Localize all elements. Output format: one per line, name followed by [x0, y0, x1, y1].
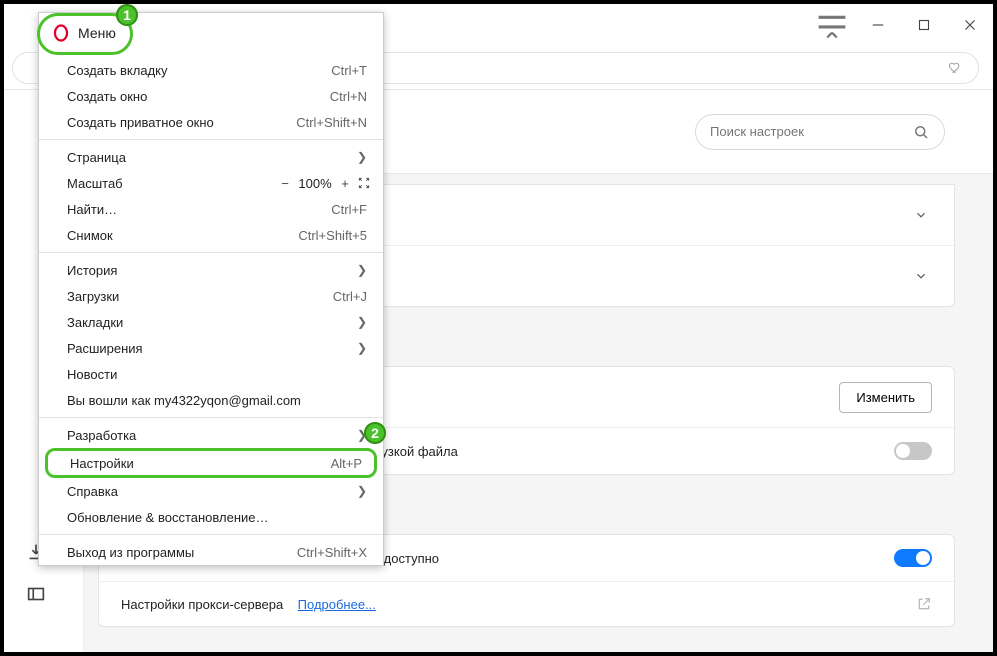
menu-extensions[interactable]: Расширения❯: [39, 335, 383, 361]
annotation-badge-2: 2: [364, 422, 386, 444]
chevron-down-icon: [910, 265, 932, 287]
bookmark-heart-icon[interactable]: [946, 59, 964, 77]
menu-find[interactable]: Найти…Ctrl+F: [39, 196, 383, 222]
menu-label: Меню: [78, 25, 116, 41]
customize-toolbar-icon[interactable]: [809, 4, 855, 46]
zoom-in-button[interactable]: +: [335, 176, 355, 191]
proxy-learn-more-link[interactable]: Подробнее...: [298, 597, 376, 612]
menu-new-private-window[interactable]: Создать приватное окноCtrl+Shift+N: [39, 109, 383, 135]
annotation-badge-1: 1: [116, 4, 138, 26]
window-close-button[interactable]: [947, 4, 993, 46]
main-menu: Меню Создать вкладкуCtrl+T Создать окноC…: [38, 12, 384, 566]
menu-history[interactable]: История❯: [39, 257, 383, 283]
menu-new-tab[interactable]: Создать вкладкуCtrl+T: [39, 57, 383, 83]
menu-update-recovery[interactable]: Обновление & восстановление…: [39, 504, 383, 530]
window-maximize-button[interactable]: [901, 4, 947, 46]
menu-snapshot[interactable]: СнимокCtrl+Shift+5: [39, 222, 383, 248]
ask-before-download-toggle[interactable]: [894, 442, 932, 460]
zoom-value: 100%: [295, 176, 335, 191]
menu-exit[interactable]: Выход из программыCtrl+Shift+X: [39, 539, 383, 565]
proxy-label: Настройки прокси-сервера: [121, 597, 283, 612]
menu-downloads[interactable]: ЗагрузкиCtrl+J: [39, 283, 383, 309]
hw-accel-toggle[interactable]: [894, 549, 932, 567]
settings-search[interactable]: [695, 114, 945, 150]
menu-developer[interactable]: Разработка❯: [39, 422, 383, 448]
menu-help[interactable]: Справка❯: [39, 478, 383, 504]
menu-zoom: Масштаб − 100% +: [39, 170, 383, 196]
open-external-icon[interactable]: [916, 596, 932, 612]
change-location-button[interactable]: Изменить: [839, 382, 932, 413]
zoom-out-button[interactable]: −: [275, 176, 295, 191]
menu-settings[interactable]: НастройкиAlt+P: [45, 448, 377, 478]
chevron-down-icon: [910, 204, 932, 226]
menu-signed-in-as[interactable]: Вы вошли как my4322yqon@gmail.com: [39, 387, 383, 413]
menu-page[interactable]: Страница❯: [39, 144, 383, 170]
settings-search-input[interactable]: [710, 124, 912, 139]
window-minimize-button[interactable]: [855, 4, 901, 46]
search-icon: [912, 123, 930, 141]
proxy-row[interactable]: Настройки прокси-сервера Подробнее...: [99, 581, 954, 626]
opera-logo-icon: [52, 24, 70, 42]
menu-news[interactable]: Новости: [39, 361, 383, 387]
menu-new-window[interactable]: Создать окноCtrl+N: [39, 83, 383, 109]
menu-bookmarks[interactable]: Закладки❯: [39, 309, 383, 335]
fullscreen-icon[interactable]: [355, 174, 373, 192]
sidebar-toggle-icon[interactable]: [22, 580, 50, 608]
